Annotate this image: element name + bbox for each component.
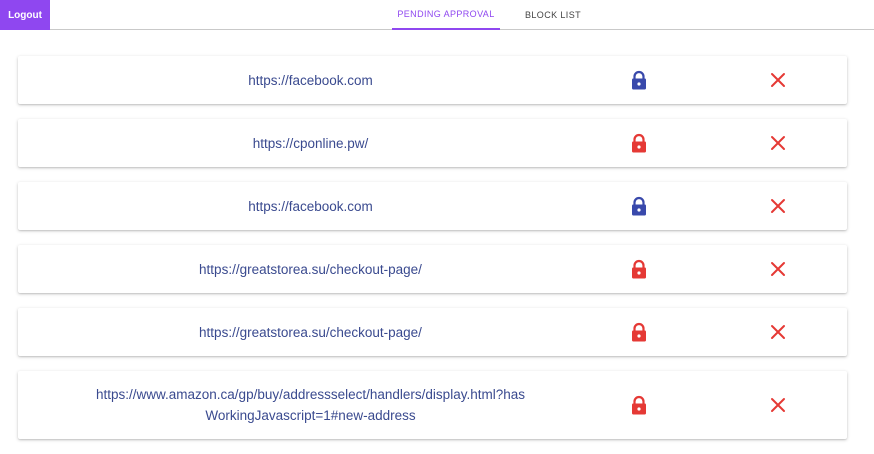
close-icon[interactable]: [770, 72, 786, 88]
request-url[interactable]: https://www.amazon.ca/gp/buy/addresssele…: [18, 371, 603, 439]
request-card: https://cponline.pw/: [18, 119, 847, 167]
request-url[interactable]: https://facebook.com: [18, 56, 603, 104]
close-icon[interactable]: [770, 135, 786, 151]
request-card: https://greatstorea.su/checkout-page/: [18, 245, 847, 293]
lock-icon[interactable]: [630, 196, 648, 216]
logout-button[interactable]: Logout: [0, 0, 50, 30]
close-icon[interactable]: [770, 261, 786, 277]
request-card: https://greatstorea.su/checkout-page/: [18, 308, 847, 356]
request-url[interactable]: https://greatstorea.su/checkout-page/: [18, 245, 603, 293]
tab-block-list[interactable]: BLOCK LIST: [512, 0, 594, 29]
pending-request-list: https://facebook.com https://cponline.pw…: [18, 56, 847, 454]
request-url[interactable]: https://cponline.pw/: [18, 119, 603, 167]
lock-icon[interactable]: [630, 133, 648, 153]
close-icon[interactable]: [770, 324, 786, 340]
close-icon[interactable]: [770, 198, 786, 214]
tab-pending-approval[interactable]: PENDING APPROVAL: [392, 0, 500, 30]
lock-icon[interactable]: [630, 70, 648, 90]
lock-icon[interactable]: [630, 322, 648, 342]
lock-icon[interactable]: [630, 395, 648, 415]
top-bar: Logout PENDING APPROVAL BLOCK LIST: [0, 0, 874, 30]
lock-icon[interactable]: [630, 259, 648, 279]
close-icon[interactable]: [770, 397, 786, 413]
request-card: https://www.amazon.ca/gp/buy/addresssele…: [18, 371, 847, 439]
request-card: https://facebook.com: [18, 56, 847, 104]
request-url[interactable]: https://facebook.com: [18, 182, 603, 230]
request-card: https://facebook.com: [18, 182, 847, 230]
request-url[interactable]: https://greatstorea.su/checkout-page/: [18, 308, 603, 356]
request-url-text: https://www.amazon.ca/gp/buy/addresssele…: [96, 387, 525, 423]
